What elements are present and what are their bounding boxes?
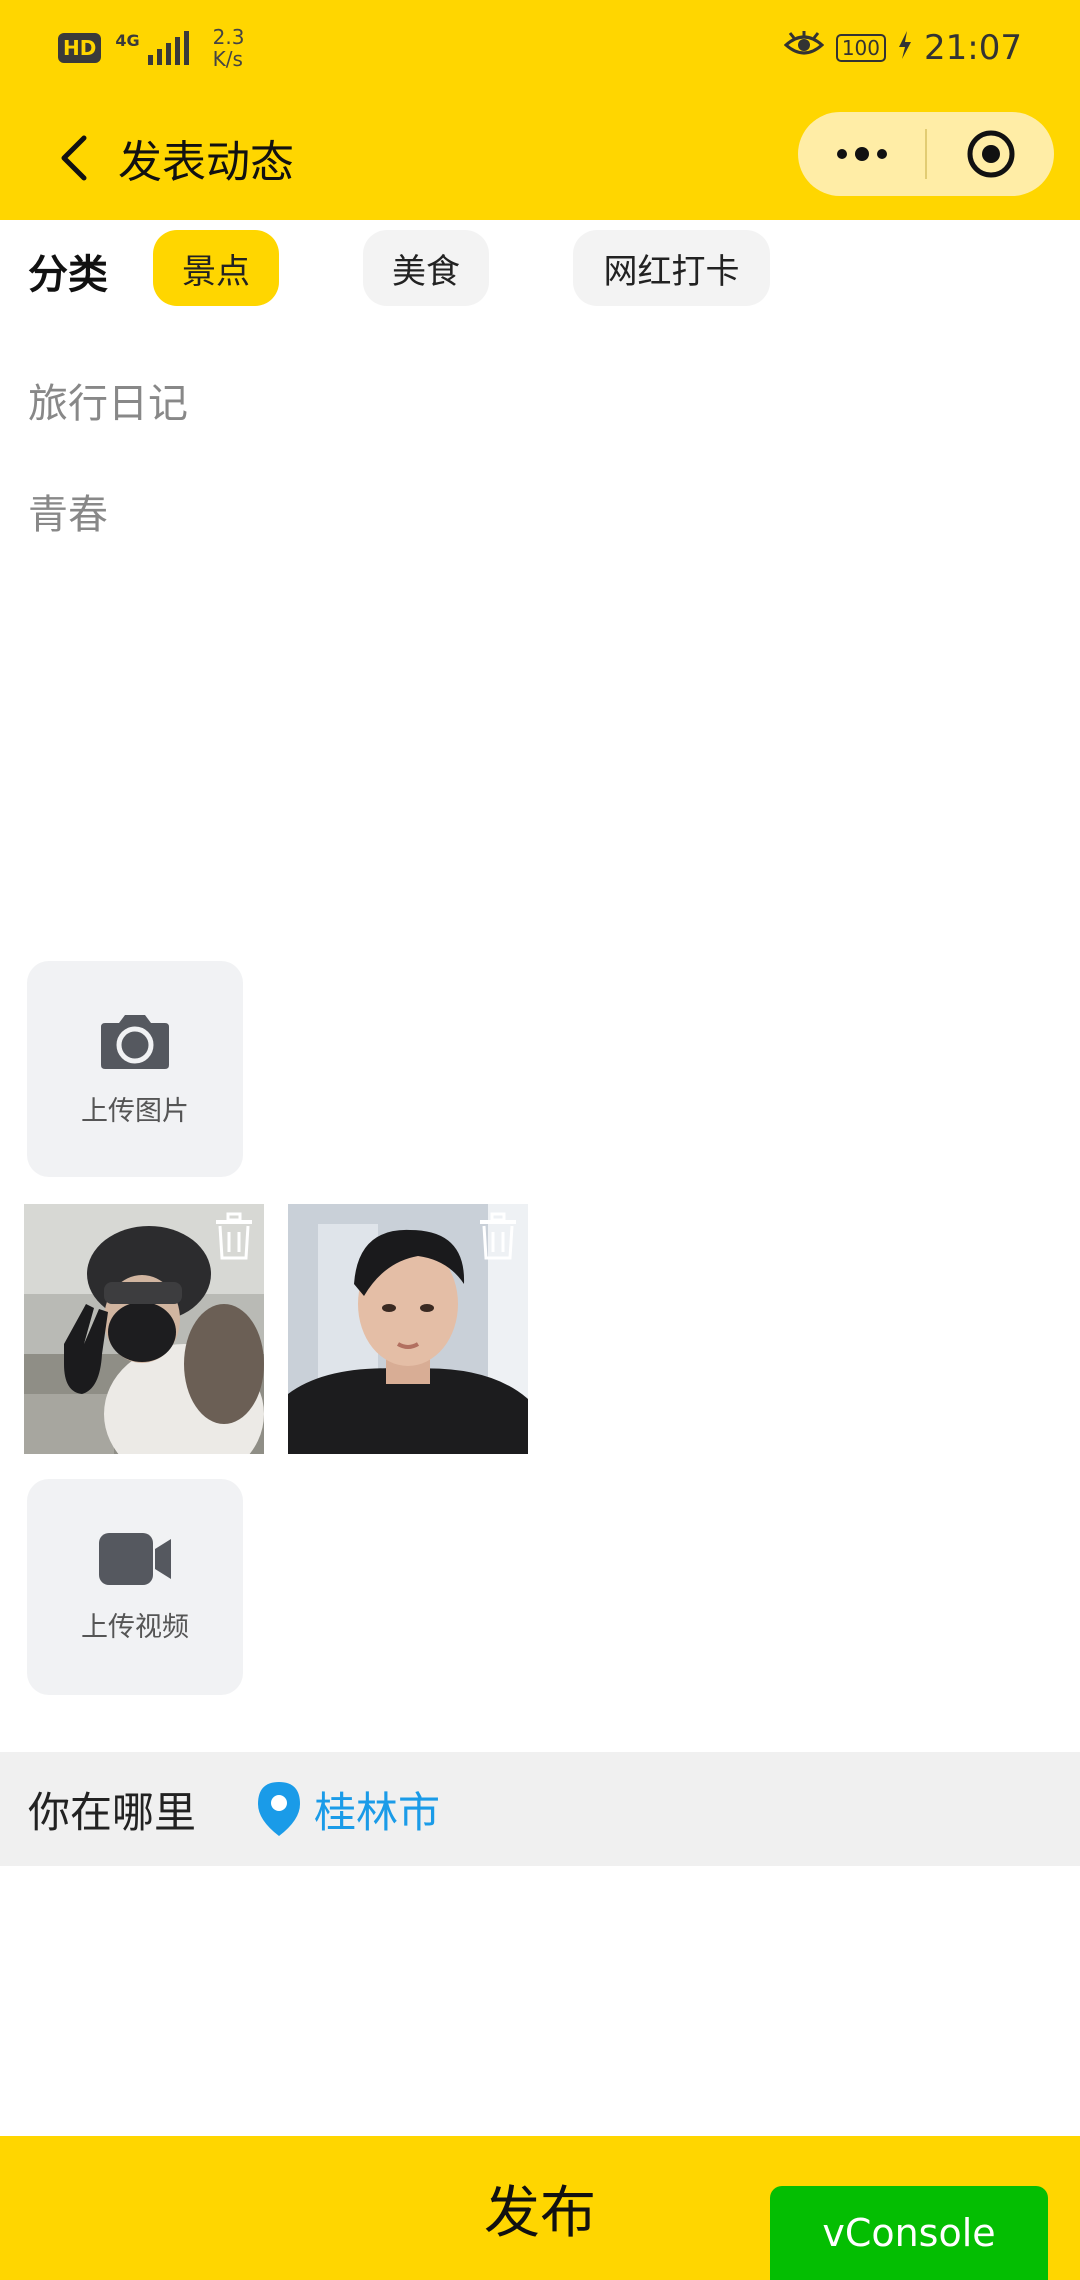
trash-icon <box>216 1212 252 1260</box>
location-value[interactable]: 桂林市 <box>314 1779 440 1840</box>
status-left: HD 4G 2.3 K/s <box>58 26 244 70</box>
record-target-icon <box>967 130 1014 178</box>
location-label: 你在哪里 <box>28 1787 197 1837</box>
photo-thumbnail[interactable] <box>288 1204 528 1454</box>
location-bar[interactable]: 你在哪里 桂林市 <box>0 1752 1080 1866</box>
clock: 21:07 <box>924 28 1022 68</box>
location-pin-icon <box>256 1780 302 1838</box>
content-textarea[interactable]: 青春 <box>28 482 1048 902</box>
video-camera-icon <box>99 1532 171 1585</box>
delete-photo-button[interactable] <box>478 1212 518 1264</box>
title-input[interactable]: 旅行日记 <box>28 370 1048 430</box>
upload-video-button[interactable]: 上传视频 <box>27 1479 243 1695</box>
status-right: 100 21:07 <box>783 28 1022 68</box>
back-arrow-icon <box>61 135 87 181</box>
photo-thumbnail[interactable] <box>24 1204 264 1454</box>
upload-image-button[interactable]: 上传图片 <box>27 961 243 1177</box>
speed-value: 2.3 <box>212 25 245 49</box>
more-dots-icon <box>836 147 887 161</box>
page: HD 4G 2.3 K/s 100 21:07 发表动态 分类 景点 美食 网红… <box>0 0 1080 2280</box>
close-mini-program-button[interactable] <box>927 112 1054 196</box>
category-chip-scenic[interactable]: 景点 <box>153 230 279 306</box>
battery-icon: 100 <box>835 34 887 62</box>
trash-icon <box>480 1212 516 1260</box>
back-button[interactable] <box>34 118 114 198</box>
more-button[interactable] <box>798 112 925 196</box>
network-type: 4G <box>115 31 140 50</box>
mini-program-capsule <box>798 112 1054 196</box>
page-title: 发表动态 <box>118 137 294 188</box>
category-label: 分类 <box>28 252 108 298</box>
nav-bar: 发表动态 <box>0 96 1080 220</box>
delete-photo-button[interactable] <box>214 1212 254 1264</box>
category-chip-checkin[interactable]: 网红打卡 <box>573 230 770 306</box>
upload-image-label: 上传图片 <box>81 1095 189 1127</box>
network-speed: 2.3 K/s <box>213 26 245 70</box>
category-chip-food[interactable]: 美食 <box>363 230 489 306</box>
speed-unit: K/s <box>212 47 243 71</box>
vconsole-button[interactable]: vConsole <box>770 2186 1048 2280</box>
charging-icon <box>898 28 912 68</box>
eye-icon <box>783 28 825 68</box>
upload-video-label: 上传视频 <box>81 1611 189 1643</box>
signal-icon: 4G <box>115 31 189 65</box>
publish-label: 发布 <box>484 2180 596 2246</box>
camera-icon <box>101 1014 169 1069</box>
category-selector: 分类 景点 美食 网红打卡 <box>0 228 1080 308</box>
hd-badge: HD <box>58 33 102 63</box>
status-bar: HD 4G 2.3 K/s 100 21:07 <box>0 0 1080 96</box>
